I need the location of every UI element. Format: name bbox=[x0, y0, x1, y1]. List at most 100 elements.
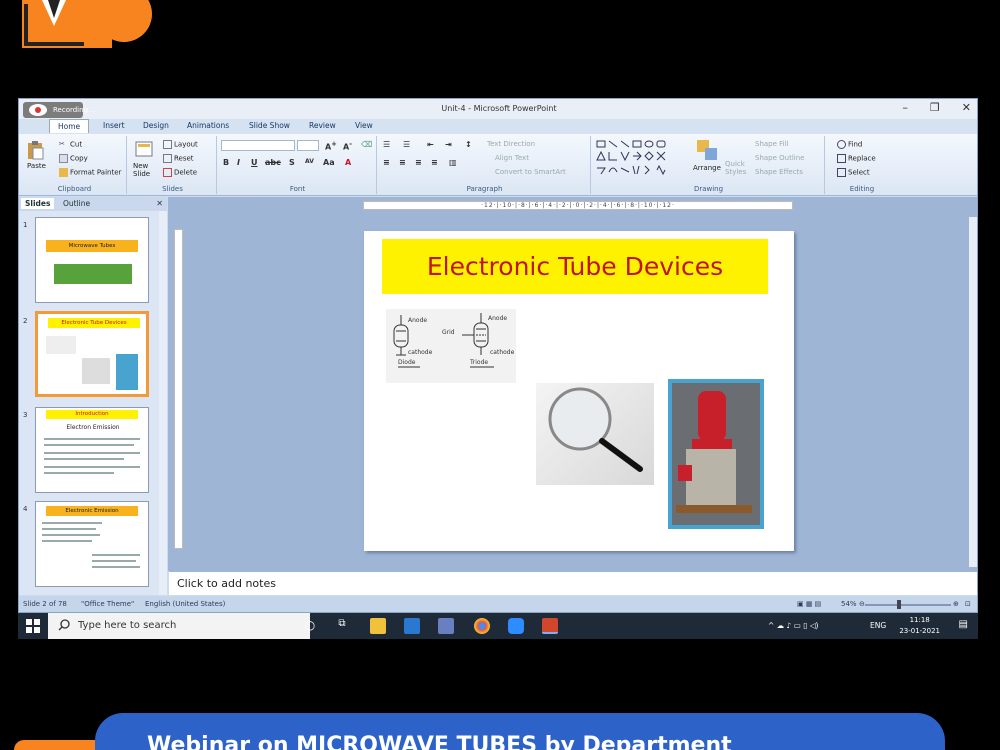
slide-counter: Slide 2 of 78 bbox=[23, 600, 67, 608]
slides-pane: Slides Outline ✕ 1 Microwave Tubes 2 Ele… bbox=[19, 197, 167, 595]
cursor-icon bbox=[837, 168, 846, 177]
cortana-icon[interactable]: ○ bbox=[302, 618, 318, 634]
input-language[interactable]: ENG bbox=[870, 621, 886, 630]
decrease-indent-icon[interactable]: ⇤ bbox=[427, 140, 434, 149]
taskbar-search-box[interactable]: Type here to search bbox=[48, 613, 310, 639]
clear-format-icon[interactable]: ⌫ bbox=[361, 140, 372, 149]
underline-icon[interactable]: U bbox=[251, 158, 258, 167]
clock[interactable]: 11:18 23-01-2021 bbox=[899, 615, 940, 637]
font-size-combo[interactable] bbox=[297, 140, 319, 151]
italic-icon[interactable]: I bbox=[237, 158, 240, 167]
zoom-app-icon[interactable] bbox=[508, 618, 524, 634]
file-explorer-icon[interactable] bbox=[370, 618, 386, 634]
system-tray-icons[interactable]: ^ ☁ ♪ ▭ ▯ ◁) bbox=[768, 621, 818, 630]
tab-review[interactable]: Review bbox=[309, 121, 336, 130]
layout-button[interactable]: Layout bbox=[163, 140, 198, 149]
slide-thumbnail-1[interactable]: Microwave Tubes bbox=[35, 217, 149, 303]
search-icon bbox=[58, 619, 70, 631]
strikethrough-icon[interactable]: abc bbox=[265, 158, 281, 167]
slide-thumbnail-4[interactable]: Electronic Emission bbox=[35, 501, 149, 587]
reset-button[interactable]: Reset bbox=[163, 154, 194, 163]
grid-label: Grid bbox=[442, 329, 455, 336]
text-direction-button[interactable]: Text Direction bbox=[487, 140, 535, 148]
font-color-icon[interactable]: A bbox=[345, 158, 351, 167]
bullets-icon[interactable]: ☰ bbox=[383, 140, 390, 149]
align-center-icon[interactable]: ≡ bbox=[399, 158, 406, 167]
columns-icon[interactable]: ▥ bbox=[449, 158, 457, 167]
view-buttons-icon[interactable]: ▣ ▦ ▤ bbox=[797, 600, 821, 608]
close-pane-icon[interactable]: ✕ bbox=[156, 199, 163, 208]
arrange-button[interactable]: Arrange bbox=[693, 164, 721, 172]
increase-indent-icon[interactable]: ⇥ bbox=[445, 140, 452, 149]
anode-label: Anode bbox=[408, 317, 428, 324]
tab-design[interactable]: Design bbox=[143, 121, 169, 130]
zoom-level[interactable]: 54% bbox=[841, 600, 857, 608]
arrange-icon[interactable] bbox=[695, 138, 721, 164]
powerpoint-taskbar-icon[interactable] bbox=[542, 618, 558, 634]
format-painter-button[interactable]: Format Painter bbox=[59, 168, 121, 177]
tab-view[interactable]: View bbox=[355, 121, 373, 130]
shape-effects-button[interactable]: Shape Effects bbox=[755, 168, 803, 176]
maximize-button[interactable]: ❐ bbox=[930, 101, 940, 114]
slide-title[interactable]: Electronic Tube Devices bbox=[382, 239, 768, 294]
char-spacing-icon[interactable]: AV bbox=[305, 158, 314, 165]
tab-insert[interactable]: Insert bbox=[103, 121, 125, 130]
quick-styles-button[interactable]: Quick Styles bbox=[725, 160, 751, 176]
slide-thumbnail-3[interactable]: Introduction Electron Emission bbox=[35, 407, 149, 493]
replace-icon bbox=[837, 154, 846, 163]
find-button[interactable]: Find bbox=[837, 140, 862, 149]
new-slide-button[interactable]: New Slide bbox=[133, 162, 163, 178]
justify-icon[interactable]: ≡ bbox=[431, 158, 438, 167]
align-text-button[interactable]: Align Text bbox=[495, 154, 529, 162]
thumb-number: 4 bbox=[23, 505, 28, 513]
notification-icon[interactable]: ▤ bbox=[959, 619, 968, 630]
line-spacing-icon[interactable]: ↕ bbox=[465, 140, 472, 149]
paragraph-label: Paragraph bbox=[466, 185, 503, 193]
thumb-subtitle: Electron Emission bbox=[66, 424, 120, 431]
editing-scrollbar[interactable] bbox=[969, 217, 977, 567]
windows-start-icon[interactable] bbox=[26, 619, 40, 633]
copy-button[interactable]: Copy bbox=[59, 154, 88, 163]
select-button[interactable]: Select bbox=[837, 168, 870, 177]
fit-window-icon[interactable]: ⊡ bbox=[965, 600, 971, 608]
numbering-icon[interactable]: ☰ bbox=[403, 140, 410, 149]
shapes-gallery-icon[interactable] bbox=[595, 138, 687, 178]
tab-slides[interactable]: Slides bbox=[21, 198, 55, 209]
zoom-slider[interactable] bbox=[865, 604, 951, 606]
delete-button[interactable]: Delete bbox=[163, 168, 197, 177]
microwave-tube-photo[interactable] bbox=[668, 379, 764, 529]
chrome-icon[interactable] bbox=[474, 618, 490, 634]
convert-smartart-button[interactable]: Convert to SmartArt bbox=[495, 168, 566, 176]
shape-fill-button[interactable]: Shape Fill bbox=[755, 140, 789, 148]
slide-thumbnail-2[interactable]: Electronic Tube Devices bbox=[35, 311, 149, 397]
notes-pane[interactable]: Click to add notes bbox=[169, 571, 977, 595]
paste-button[interactable]: Paste bbox=[27, 162, 46, 170]
magnifying-glass-image[interactable] bbox=[536, 383, 654, 485]
grow-font-icon[interactable]: A+ bbox=[325, 140, 337, 152]
zoom-in-icon[interactable]: ⊕ bbox=[953, 600, 959, 608]
zoom-slider-handle[interactable] bbox=[897, 600, 901, 609]
tab-outline[interactable]: Outline bbox=[63, 199, 90, 208]
paintbrush-icon bbox=[59, 168, 68, 177]
minimize-button[interactable]: – bbox=[902, 101, 908, 114]
zoom-out-icon[interactable]: ⊖ bbox=[859, 600, 865, 608]
tab-slide-show[interactable]: Slide Show bbox=[249, 121, 290, 130]
replace-button[interactable]: Replace bbox=[837, 154, 876, 163]
task-view-icon[interactable]: ⧉ bbox=[334, 618, 350, 634]
shadow-icon[interactable]: S bbox=[289, 158, 295, 167]
tab-home[interactable]: Home bbox=[49, 119, 90, 133]
mail-icon[interactable] bbox=[404, 618, 420, 634]
current-slide[interactable]: Electronic Tube Devices Anode cathode Di… bbox=[364, 231, 794, 551]
cut-button[interactable]: ✂ Cut bbox=[59, 140, 82, 149]
close-button[interactable]: ✕ bbox=[962, 101, 971, 114]
photos-icon[interactable] bbox=[438, 618, 454, 634]
font-name-combo[interactable] bbox=[221, 140, 295, 151]
change-case-icon[interactable]: Aa bbox=[323, 158, 335, 167]
bold-icon[interactable]: B bbox=[223, 158, 229, 167]
tab-animations[interactable]: Animations bbox=[187, 121, 229, 130]
align-left-icon[interactable]: ≡ bbox=[383, 158, 390, 167]
align-right-icon[interactable]: ≡ bbox=[415, 158, 422, 167]
shape-outline-button[interactable]: Shape Outline bbox=[755, 154, 804, 162]
shrink-font-icon[interactable]: A- bbox=[343, 140, 352, 152]
slides-pane-scrollbar[interactable] bbox=[159, 211, 167, 595]
